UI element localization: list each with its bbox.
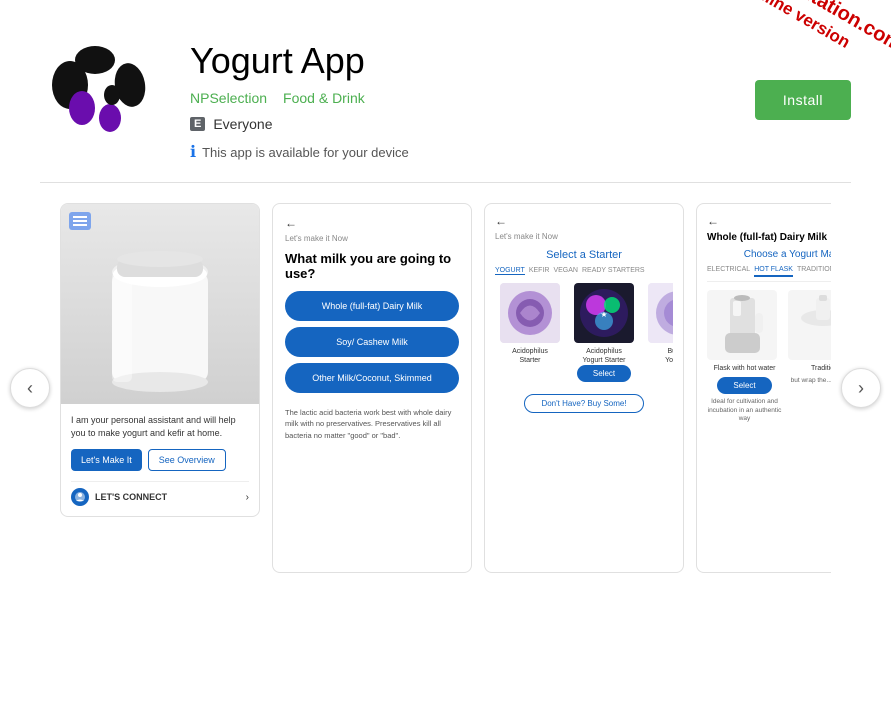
device-notice-text: This app is available for your device: [202, 145, 409, 160]
maker-label-2: Traditio...: [788, 364, 831, 373]
app-title: Yogurt App: [190, 40, 851, 82]
maker-label-1: Flask with hot water: [707, 364, 782, 373]
app-icon: [40, 30, 160, 150]
svg-text:★: ★: [600, 310, 607, 319]
connect-arrow: ›: [246, 492, 249, 503]
screenshot-1-content: I am your personal assistant and will he…: [61, 404, 259, 516]
rating-row: E Everyone: [190, 116, 851, 132]
starter-img-3: [648, 283, 673, 343]
category-npselection[interactable]: NPSelection: [190, 90, 267, 106]
starter-item-1: AcidophilusStarter: [495, 283, 565, 386]
starter-label-1: AcidophilusStarter: [495, 347, 565, 365]
screen-subtitle-2: Let's make it Now: [285, 234, 459, 243]
starter-img-2: ★: [574, 283, 634, 343]
screenshots-section: ‹: [0, 183, 891, 593]
select-starter-btn[interactable]: Select: [577, 365, 631, 382]
prev-arrow[interactable]: ‹: [10, 368, 50, 408]
see-overview-button[interactable]: See Overview: [148, 449, 226, 471]
screen-back-4[interactable]: ←: [707, 214, 831, 228]
maker-desc-2: but wrap the... and pla...: [788, 377, 831, 385]
screenshot-4: ← Whole (full-fat) Dairy Milk Choose a Y…: [696, 203, 831, 573]
menu-icon: [69, 212, 91, 230]
maker-img-2: [788, 290, 831, 360]
maker-item-2: Traditio... but wrap the... and pla...: [788, 290, 831, 423]
starter-item-3: BulkusYogurt...: [643, 283, 673, 386]
info-icon: ℹ: [190, 142, 196, 162]
tab-yogurt[interactable]: YOGURT: [495, 267, 525, 275]
next-arrow-icon: ›: [858, 378, 864, 399]
screen-back-2[interactable]: ←: [285, 216, 459, 230]
screen-question: What milk you are going to use?: [285, 251, 459, 281]
screenshot-2: ← Let's make it Now What milk you are go…: [272, 203, 472, 573]
milk-option-2[interactable]: Soy/ Cashew Milk: [285, 327, 459, 357]
install-button[interactable]: Install: [755, 80, 851, 120]
dont-have-button[interactable]: Don't Have? Buy Some!: [524, 394, 644, 413]
screen-note: The lactic acid bacteria work best with …: [285, 407, 459, 441]
lets-make-it-button[interactable]: Let's Make It: [71, 449, 142, 471]
screenshot-3: ← Let's make it Now Select a Starter YOG…: [484, 203, 684, 573]
whole-milk-title: Whole (full-fat) Dairy Milk: [707, 232, 831, 243]
device-notice: ℹ This app is available for your device: [190, 142, 851, 162]
milk-option-1[interactable]: Whole (full-fat) Dairy Milk: [285, 291, 459, 321]
header-section: Yogurt App NPSelection Food & Drink E Ev…: [0, 0, 891, 182]
starter-label-2: AcidophilusYogurt Starter: [569, 347, 639, 365]
tab-hot-flask[interactable]: HOT FLASK: [754, 266, 793, 277]
maker-title-highlight: Yogurt Maker: [789, 249, 831, 260]
app-info: Yogurt App NPSelection Food & Drink E Ev…: [190, 30, 851, 162]
connect-icon: [71, 488, 89, 506]
tab-traditional[interactable]: TRADITIONAL: [797, 266, 831, 277]
tab-ready[interactable]: READY STARTERS: [582, 267, 645, 275]
assistant-text: I am your personal assistant and will he…: [71, 414, 249, 439]
maker-title: Choose a Yogurt Maker: [707, 249, 831, 260]
app-categories: NPSelection Food & Drink: [190, 90, 851, 106]
category-food-drink[interactable]: Food & Drink: [283, 90, 365, 106]
rating-text: Everyone: [213, 116, 272, 132]
next-arrow[interactable]: ›: [841, 368, 881, 408]
prev-arrow-icon: ‹: [27, 378, 33, 399]
starter-tabs: YOGURT KEFIR VEGAN READY STARTERS: [495, 267, 673, 275]
btn-row: Let's Make It See Overview: [71, 449, 249, 471]
starter-items: AcidophilusStarter ★ Acido: [495, 283, 673, 386]
maker-desc-1: Ideal for cultivation and incubation in …: [707, 398, 782, 423]
select-starter-title: Select a Starter: [495, 249, 673, 261]
tab-kefir[interactable]: KEFIR: [529, 267, 550, 275]
screenshots-container: I am your personal assistant and will he…: [60, 203, 831, 573]
select-starter-highlight: Starter: [589, 249, 622, 261]
maker-title-pre: Choose a: [744, 249, 789, 260]
yogurt-image: [61, 204, 259, 404]
rating-badge: E: [190, 117, 205, 131]
maker-item-1: Flask with hot water Select Ideal for cu…: [707, 290, 782, 423]
tab-electrical[interactable]: ELECTRICAL: [707, 266, 750, 277]
tab-vegan[interactable]: VEGAN: [553, 267, 578, 275]
screenshot-1: I am your personal assistant and will he…: [60, 203, 260, 517]
maker-tabs: ELECTRICAL HOT FLASK TRADITIONAL: [707, 266, 831, 282]
screen-subtitle-3: Let's make it Now: [495, 232, 673, 241]
select-maker-btn-1[interactable]: Select: [717, 377, 771, 394]
starter-item-2: ★ AcidophilusYogurt Starter Select: [569, 283, 639, 386]
maker-items: Flask with hot water Select Ideal for cu…: [707, 290, 831, 423]
starter-label-3: BulkusYogurt...: [643, 347, 673, 365]
connect-row: LET'S CONNECT ›: [71, 481, 249, 506]
starter-img-1: [500, 283, 560, 343]
maker-img-1: [707, 290, 777, 360]
select-starter-pre: Select a: [546, 249, 589, 261]
connect-label: LET'S CONNECT: [95, 492, 167, 502]
milk-option-3[interactable]: Other Milk/Coconut, Skimmed: [285, 363, 459, 393]
screen-back-3[interactable]: ←: [495, 214, 673, 228]
